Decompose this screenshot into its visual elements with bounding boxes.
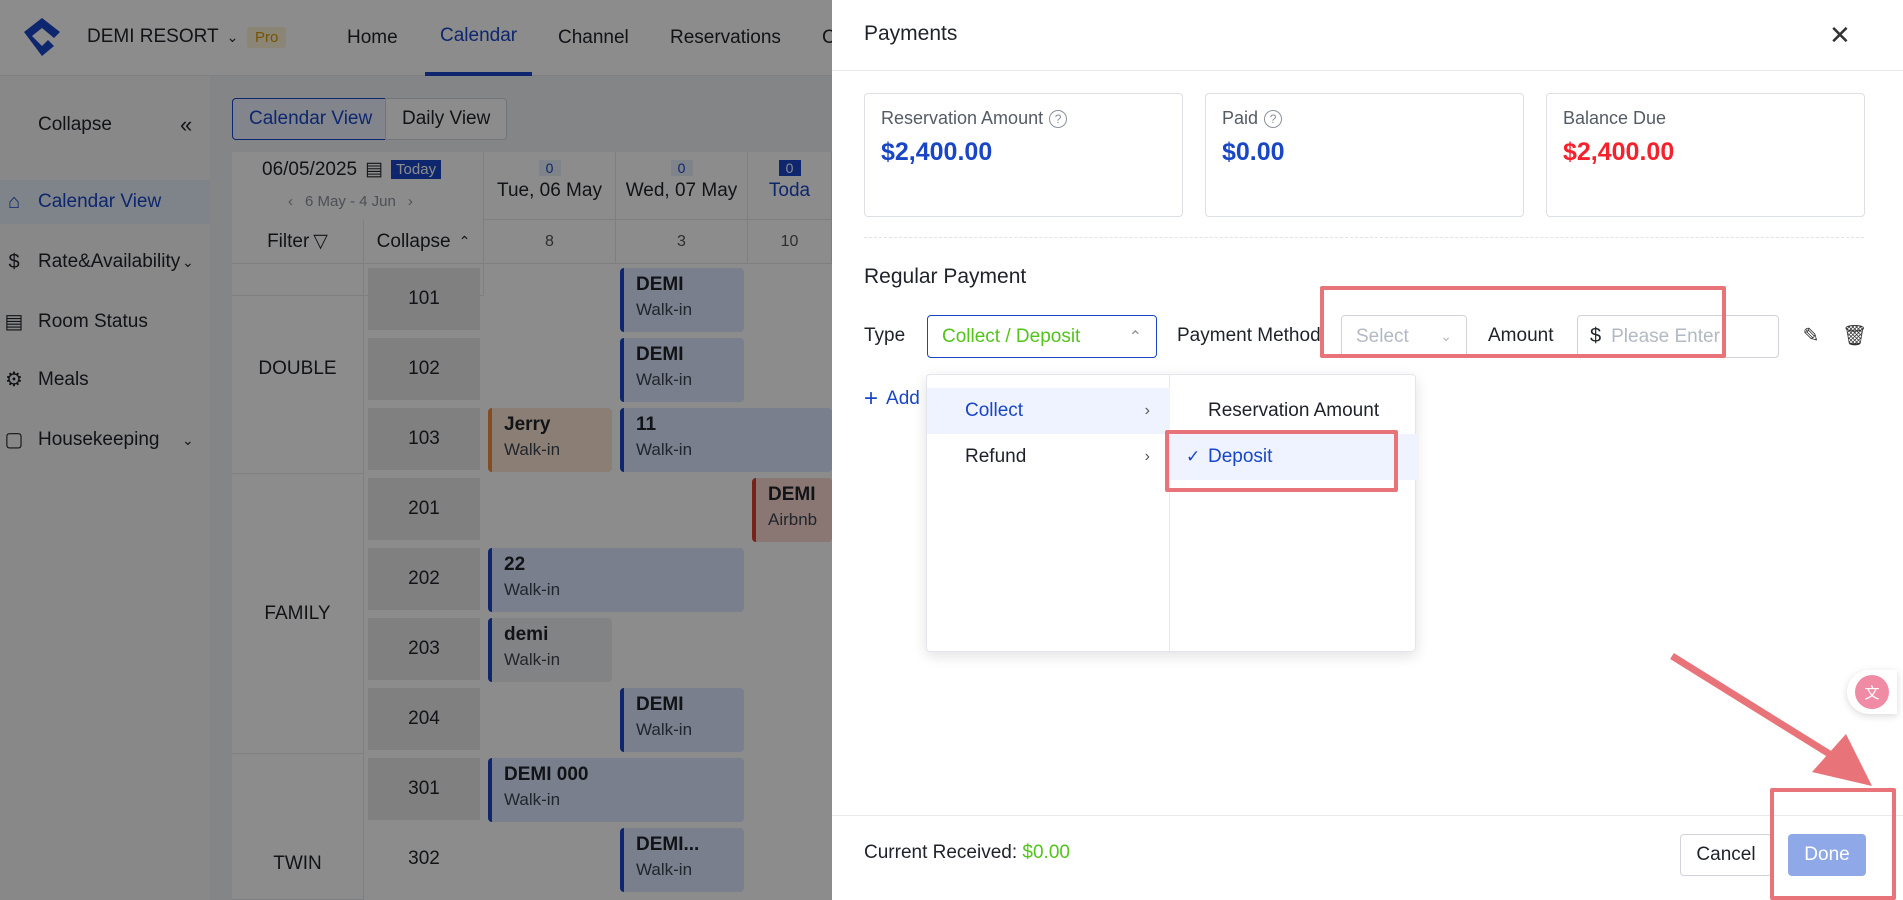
amount-input[interactable] xyxy=(1611,325,1762,348)
option-label: Refund xyxy=(965,446,1027,467)
chevron-down-icon: ⌄ xyxy=(1440,328,1452,344)
divider xyxy=(864,237,1864,238)
close-icon[interactable]: ✕ xyxy=(1829,22,1851,48)
type-select[interactable]: Collect / Deposit ⌃ xyxy=(927,315,1157,358)
dropdown-option-deposit[interactable]: ✓ Deposit xyxy=(1170,434,1417,480)
current-received: Current Received: $0.00 xyxy=(864,842,1070,864)
type-select-value: Collect / Deposit xyxy=(942,325,1081,347)
currency-symbol: $ xyxy=(1590,325,1602,347)
add-payment-button[interactable]: + Add xyxy=(864,385,920,413)
type-label: Type xyxy=(864,325,906,346)
edit-icon[interactable]: ✎ xyxy=(1799,324,1823,348)
check-icon: ✓ xyxy=(1186,447,1201,466)
card-value: $2,400.00 xyxy=(1563,138,1675,166)
arrow-annotation-icon xyxy=(1670,653,1872,786)
trash-icon[interactable]: 🗑 xyxy=(1842,324,1867,348)
reservation-amount-card: Reservation Amount? $2,400.00 xyxy=(864,93,1183,217)
paid-card: Paid? $0.00 xyxy=(1205,93,1524,217)
drawer-header: Payments ✕ xyxy=(832,0,1903,71)
option-label: Reservation Amount xyxy=(1208,400,1380,421)
modal-overlay[interactable] xyxy=(0,0,832,900)
received-value: $0.00 xyxy=(1022,842,1070,863)
screen: DEMI RESORT ⌄ Pro Home Calendar Channel … xyxy=(0,0,1903,900)
dropdown-option-reservation-amount[interactable]: Reservation Amount xyxy=(1170,388,1417,434)
amount-field[interactable]: $ xyxy=(1577,315,1779,358)
chevron-right-icon: › xyxy=(1144,448,1150,465)
balance-due-card: Balance Due $2,400.00 xyxy=(1546,93,1865,217)
card-label: Balance Due xyxy=(1563,108,1667,128)
payment-method-placeholder: Select xyxy=(1356,325,1409,347)
add-payment-label: Add xyxy=(886,388,920,409)
received-label: Current Received: xyxy=(864,842,1018,863)
payment-method-select[interactable]: Select ⌄ xyxy=(1341,315,1467,358)
chevron-up-icon: ⌃ xyxy=(1128,328,1142,346)
card-value: $0.00 xyxy=(1222,138,1285,166)
option-label: Deposit xyxy=(1208,446,1273,467)
card-label: Reservation Amount xyxy=(881,108,1044,128)
app-background: DEMI RESORT ⌄ Pro Home Calendar Channel … xyxy=(0,0,836,900)
help-icon[interactable]: ? xyxy=(1049,109,1068,128)
help-icon[interactable]: ? xyxy=(1264,109,1283,128)
section-title: Regular Payment xyxy=(864,265,1027,288)
payment-method-label: Payment Method xyxy=(1177,325,1321,346)
payments-drawer: Payments ✕ Reservation Amount? $2,400.00… xyxy=(832,0,1903,900)
drawer-footer: Current Received: $0.00 Cancel Done xyxy=(832,815,1903,900)
type-dropdown: Collect › Refund › Reservation Amount ✓ … xyxy=(926,374,1417,653)
done-button[interactable]: Done xyxy=(1788,834,1866,876)
cancel-button[interactable]: Cancel xyxy=(1680,834,1772,876)
card-value: $2,400.00 xyxy=(881,138,993,166)
drawer-title: Payments xyxy=(864,22,958,45)
dropdown-option-collect[interactable]: Collect › xyxy=(927,388,1170,434)
amount-label: Amount xyxy=(1488,325,1554,346)
chevron-right-icon: › xyxy=(1144,402,1150,419)
option-label: Collect xyxy=(965,400,1024,421)
dropdown-option-refund[interactable]: Refund › xyxy=(927,434,1170,480)
card-label: Paid xyxy=(1222,108,1259,128)
plus-icon: + xyxy=(864,385,879,412)
